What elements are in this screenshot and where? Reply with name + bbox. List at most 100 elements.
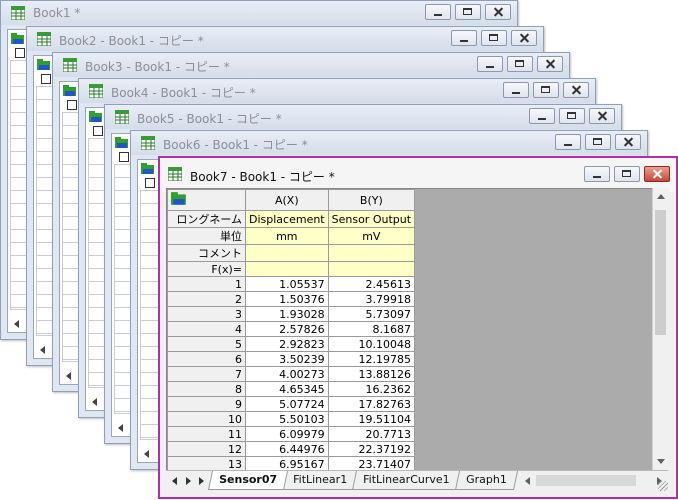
unit-a[interactable]: mm [245, 227, 329, 245]
minimize-button[interactable] [425, 4, 451, 20]
scroll-left-icon[interactable] [14, 320, 19, 328]
minimize-button[interactable] [503, 82, 529, 98]
fx-a[interactable] [245, 261, 329, 277]
cell-a[interactable]: 6.09979 [245, 426, 329, 442]
row-number[interactable]: 11 [167, 426, 246, 442]
window-title-bar[interactable]: Book7 - Book1 - コピー * [160, 158, 676, 192]
row-number[interactable]: 8 [167, 381, 246, 397]
row-number[interactable]: 3 [167, 306, 246, 322]
cell-a[interactable]: 2.57826 [245, 321, 329, 337]
window-title-bar[interactable]: Book1 * [1, 1, 517, 25]
maximize-button[interactable] [481, 30, 507, 46]
scroll-left-icon[interactable] [40, 346, 45, 354]
maximize-button[interactable] [585, 134, 611, 150]
row-label-fx[interactable]: F(x)= [167, 261, 246, 277]
cell-a[interactable]: 1.93028 [245, 306, 329, 322]
row-label-long-name[interactable]: ロングネーム [167, 210, 246, 228]
row-number[interactable]: 5 [167, 336, 246, 352]
column-header-b[interactable]: B(Y) [327, 189, 416, 211]
minimize-button[interactable] [555, 134, 581, 150]
scroll-thumb[interactable] [655, 210, 666, 335]
close-button[interactable] [644, 166, 670, 182]
cell-a[interactable]: 4.65345 [245, 381, 329, 397]
comment-b[interactable] [327, 244, 416, 262]
row-label-comment[interactable]: コメント [167, 244, 246, 262]
cell-b[interactable]: 3.79918 [327, 291, 416, 307]
table-row[interactable]: 4 2.57826 8.1687 [167, 321, 416, 337]
window-title-bar[interactable]: Book3 - Book1 - コピー * [53, 53, 569, 77]
cell-a[interactable]: 2.92823 [245, 336, 329, 352]
close-button[interactable] [537, 56, 563, 72]
close-button[interactable] [563, 82, 589, 98]
scroll-left-icon[interactable] [118, 424, 123, 432]
cell-a[interactable]: 1.50376 [245, 291, 329, 307]
row-number[interactable]: 4 [167, 321, 246, 337]
row-number[interactable]: 2 [167, 291, 246, 307]
window-title-bar[interactable]: Book2 - Book1 - コピー * [27, 27, 543, 51]
table-row[interactable]: 11 6.09979 20.7713 [167, 426, 416, 442]
cell-b[interactable]: 10.10048 [327, 336, 416, 352]
cell-a[interactable]: 3.50239 [245, 351, 329, 367]
cell-b[interactable]: 20.7713 [327, 426, 416, 442]
minimize-button[interactable] [451, 30, 477, 46]
cell-b[interactable]: 19.51104 [327, 411, 416, 427]
row-number[interactable]: 9 [167, 396, 246, 412]
long-name-a[interactable]: Displacement [245, 210, 329, 228]
minimize-button[interactable] [584, 166, 610, 182]
worksheet-grid[interactable]: A(X) B(Y) ロングネーム Displacement Sensor Out… [167, 189, 416, 471]
scroll-thumb[interactable] [536, 475, 636, 486]
table-row[interactable]: 7 4.00273 13.88126 [167, 366, 416, 382]
row-number[interactable]: 6 [167, 351, 246, 367]
cell-a[interactable]: 1.05537 [245, 276, 329, 292]
window-title-bar[interactable]: Book5 - Book1 - コピー * [105, 105, 621, 129]
tab-scroll-left-icon[interactable] [172, 477, 177, 485]
close-button[interactable] [485, 4, 511, 20]
vertical-scrollbar[interactable] [652, 188, 669, 470]
tab-graph1[interactable]: Graph1 [454, 471, 518, 490]
cell-a[interactable]: 4.00273 [245, 366, 329, 382]
table-row[interactable]: 3 1.93028 5.73097 [167, 306, 416, 322]
column-header-a[interactable]: A(X) [245, 189, 329, 211]
row-number[interactable]: 12 [167, 441, 246, 457]
active-workbook-window[interactable]: Book7 - Book1 - コピー * A(X) B(Y) ロングネーム D… [158, 156, 678, 499]
close-button[interactable] [615, 134, 641, 150]
long-name-b[interactable]: Sensor Output [327, 210, 416, 228]
window-title-bar[interactable]: Book6 - Book1 - コピー * [131, 131, 647, 155]
worksheet[interactable]: A(X) B(Y) ロングネーム Displacement Sensor Out… [166, 188, 655, 472]
tab-fitlinear1[interactable]: FitLinear1 [282, 471, 359, 490]
minimize-button[interactable] [477, 56, 503, 72]
table-row[interactable]: 9 5.07724 17.82763 [167, 396, 416, 412]
tab-fitlinearcurve1[interactable]: FitLinearCurve1 [352, 471, 461, 490]
maximize-button[interactable] [533, 82, 559, 98]
cell-b[interactable]: 2.45613 [327, 276, 416, 292]
cell-b[interactable]: 12.19785 [327, 351, 416, 367]
tab-sensor07[interactable]: Sensor07 [207, 471, 289, 490]
cell-a[interactable]: 6.44976 [245, 441, 329, 457]
tab-scroll-right-icon[interactable] [186, 477, 191, 485]
scroll-left-icon[interactable] [92, 398, 97, 406]
cell-b[interactable]: 5.73097 [327, 306, 416, 322]
maximize-button[interactable] [559, 108, 585, 124]
cell-b[interactable]: 17.82763 [327, 396, 416, 412]
close-button[interactable] [589, 108, 615, 124]
table-row[interactable]: 10 5.50103 19.51104 [167, 411, 416, 427]
cell-b[interactable]: 22.37192 [327, 441, 416, 457]
close-button[interactable] [511, 30, 537, 46]
maximize-button[interactable] [507, 56, 533, 72]
cell-b[interactable]: 8.1687 [327, 321, 416, 337]
scroll-up-icon[interactable] [657, 194, 665, 199]
cell-b[interactable]: 13.88126 [327, 366, 416, 382]
scroll-left-icon[interactable] [525, 477, 530, 485]
row-number[interactable]: 10 [167, 411, 246, 427]
row-label-unit[interactable]: 単位 [167, 227, 246, 245]
minimize-button[interactable] [529, 108, 555, 124]
tab-scroll-last-icon[interactable] [199, 477, 204, 485]
cell-a[interactable]: 5.07724 [245, 396, 329, 412]
fx-b[interactable] [327, 261, 416, 277]
table-row[interactable]: 8 4.65345 16.2362 [167, 381, 416, 397]
scroll-left-icon[interactable] [66, 372, 71, 380]
row-number[interactable]: 1 [167, 276, 246, 292]
table-row[interactable]: 1 1.05537 2.45613 [167, 276, 416, 292]
scroll-left-icon[interactable] [144, 450, 149, 458]
sheet-corner[interactable] [167, 189, 246, 211]
